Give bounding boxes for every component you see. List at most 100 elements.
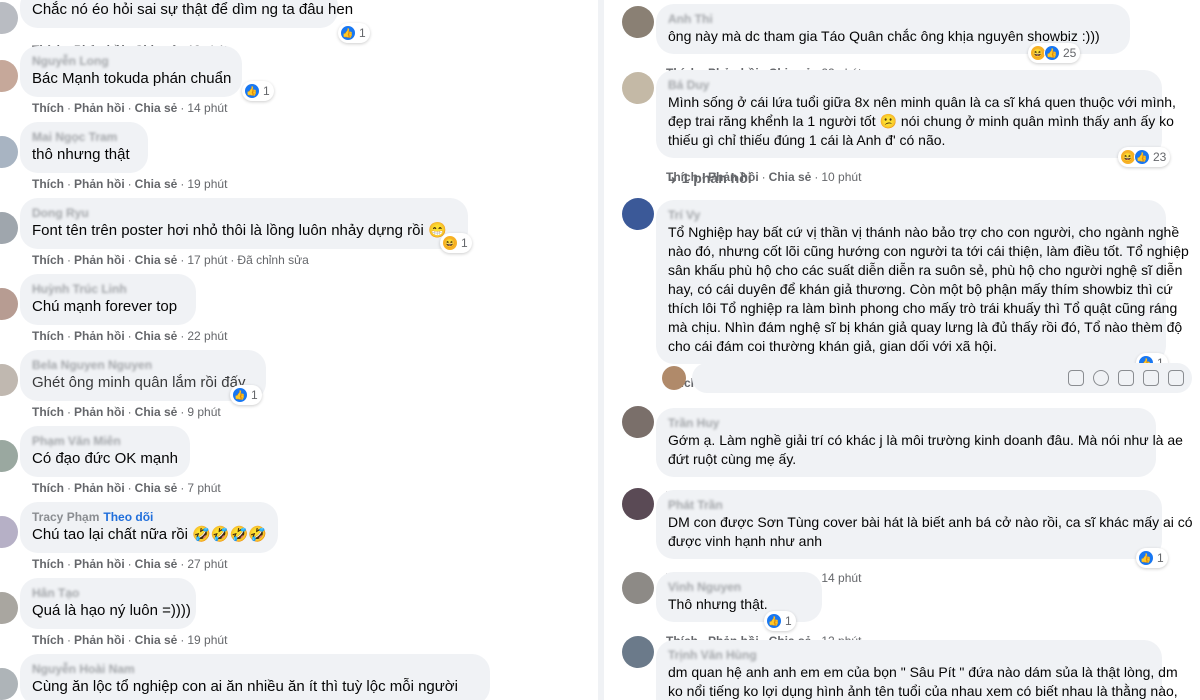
commenter-name-text[interactable]: Phạm Văn Miên [32, 434, 121, 448]
commenter-name-text[interactable]: Nguyễn Long [32, 54, 109, 68]
commenter-avatar[interactable] [0, 136, 18, 168]
camera-icon[interactable] [1118, 370, 1134, 386]
comment-time[interactable]: 14 phút [821, 571, 861, 585]
commenter-name-text[interactable]: Bá Duy [668, 78, 709, 92]
follow-link[interactable]: Theo dõi [103, 510, 153, 524]
commenter-name[interactable]: Vinh Nguyen [668, 579, 810, 595]
commenter-avatar[interactable] [0, 60, 18, 92]
commenter-avatar[interactable] [0, 364, 18, 396]
like-link[interactable]: Thích [32, 101, 64, 115]
share-link[interactable]: Chia sẻ [135, 177, 178, 191]
comment-time[interactable]: 10 phút [821, 170, 861, 184]
like-link[interactable]: Thích [32, 481, 64, 495]
commenter-avatar[interactable] [0, 212, 18, 244]
commenter-avatar[interactable] [0, 668, 18, 700]
commenter-name[interactable]: Nguyễn Hoài Nam [32, 661, 478, 677]
edited-label[interactable]: Đã chỉnh sửa [237, 253, 308, 267]
commenter-name[interactable]: Bá Duy [668, 77, 1150, 93]
sticker-icon[interactable] [1068, 370, 1084, 386]
reaction-summary[interactable]: 👍1 [1136, 548, 1168, 568]
share-link[interactable]: Chia sẻ [135, 405, 178, 419]
like-link[interactable]: Thích [32, 633, 64, 647]
commenter-name[interactable]: Nguyễn Long [32, 53, 230, 69]
share-link[interactable]: Chia sẻ [135, 557, 178, 571]
reply-link[interactable]: Phản hồi [74, 177, 125, 191]
reply-link[interactable]: Phản hồi [74, 329, 125, 343]
commenter-name[interactable]: Mai Ngọc Tram [32, 129, 136, 145]
like-link[interactable]: Thích [32, 405, 64, 419]
reply-link[interactable]: Phản hồi [74, 253, 125, 267]
reply-link[interactable]: Phản hồi [74, 481, 125, 495]
comment-time[interactable]: 19 phút [187, 633, 227, 647]
share-link[interactable]: Chia sẻ [135, 633, 178, 647]
commenter-name-text[interactable]: Mai Ngọc Tram [32, 130, 117, 144]
reaction-summary[interactable]: 👍1 [242, 81, 274, 101]
emoji-icon[interactable] [1093, 370, 1109, 386]
comment-time[interactable]: 9 phút [187, 405, 220, 419]
commenter-name[interactable]: Trí Vy [668, 207, 1154, 223]
commenter-name[interactable]: Bela Nguyen Nguyen [32, 357, 254, 373]
share-link[interactable]: Chia sẻ [135, 101, 178, 115]
commenter-name[interactable]: Huỳnh Trúc Linh [32, 281, 184, 297]
commenter-name-text[interactable]: Nguyễn Hoài Nam [32, 662, 135, 676]
commenter-name[interactable]: Trần Huy [668, 415, 1144, 431]
reaction-summary[interactable]: 👍1 [230, 385, 262, 405]
commenter-name-text[interactable]: Trí Vy [668, 208, 700, 222]
share-link[interactable]: Chia sẻ [135, 481, 178, 495]
commenter-name-text[interactable]: Huỳnh Trúc Linh [32, 282, 127, 296]
comment-time[interactable]: 7 phút [187, 481, 220, 495]
sticker-pack-icon[interactable] [1168, 370, 1184, 386]
reaction-summary[interactable]: 😆 👍 23 [1118, 147, 1171, 167]
commenter-avatar[interactable] [0, 2, 18, 34]
reaction-summary[interactable]: 😆 1 [440, 233, 472, 253]
commenter-name[interactable]: Tracy Phạm Theo dõi [32, 509, 266, 525]
reply-link[interactable]: Phản hồi [74, 633, 125, 647]
view-replies-link[interactable]: ↳ 1 phản hồi [666, 170, 752, 187]
commenter-name-text[interactable]: Trần Huy [668, 416, 719, 430]
commenter-name[interactable]: Dong Ryu [32, 205, 456, 221]
view-replies-label[interactable]: 1 phản hồi [682, 170, 752, 186]
reaction-summary[interactable]: 👍1 [338, 23, 370, 43]
commenter-avatar[interactable] [0, 288, 18, 320]
commenter-name[interactable]: Phạm Văn Miên [32, 433, 178, 449]
comment-time[interactable]: 22 phút [187, 329, 227, 343]
reaction-summary[interactable]: 👍1 [764, 611, 796, 631]
commenter-avatar[interactable] [622, 6, 654, 38]
like-link[interactable]: Thích [32, 177, 64, 191]
commenter-name-text[interactable]: Dong Ryu [32, 206, 89, 220]
reply-link[interactable]: Phản hồi [74, 557, 125, 571]
commenter-avatar[interactable] [622, 198, 654, 230]
commenter-avatar[interactable] [622, 488, 654, 520]
commenter-name-text[interactable]: Vinh Nguyen [668, 580, 741, 594]
commenter-avatar[interactable] [0, 592, 18, 624]
reaction-summary[interactable]: 😆 👍 25 [1028, 43, 1081, 63]
commenter-name-text[interactable]: Bela Nguyen Nguyen [32, 358, 152, 372]
commenter-avatar[interactable] [622, 72, 654, 104]
like-link[interactable]: Thích [32, 253, 64, 267]
commenter-name-text[interactable]: Anh Thi [668, 12, 713, 26]
share-link[interactable]: Chia sẻ [135, 253, 178, 267]
commenter-name[interactable]: Anh Thi [668, 11, 1118, 27]
commenter-avatar[interactable] [622, 636, 654, 668]
comment-time[interactable]: 19 phút [187, 177, 227, 191]
commenter-name[interactable]: Trịnh Văn Hùng [668, 647, 1150, 663]
commenter-name-text[interactable]: Hân Tạo [32, 586, 79, 600]
reply-link[interactable]: Phản hồi [74, 405, 125, 419]
commenter-avatar[interactable] [0, 440, 18, 472]
commenter-name[interactable]: Phát Trần [668, 497, 1150, 513]
commenter-avatar[interactable] [622, 406, 654, 438]
reply-link[interactable]: Phản hồi [74, 101, 125, 115]
commenter-avatar[interactable] [622, 572, 654, 604]
comment-time[interactable]: 14 phút [187, 101, 227, 115]
commenter-name[interactable]: Hân Tạo [32, 585, 184, 601]
like-link[interactable]: Thích [32, 329, 64, 343]
comment-time[interactable]: 27 phút [187, 557, 227, 571]
commenter-name-text[interactable]: Tracy Phạm [32, 510, 99, 524]
commenter-avatar[interactable] [0, 516, 18, 548]
share-link[interactable]: Chia sẻ [769, 170, 812, 184]
commenter-name-text[interactable]: Trịnh Văn Hùng [668, 648, 757, 662]
reply-input[interactable] [692, 363, 1192, 393]
commenter-name-text[interactable]: Phát Trần [668, 498, 723, 512]
like-link[interactable]: Thích [32, 557, 64, 571]
share-link[interactable]: Chia sẻ [135, 329, 178, 343]
